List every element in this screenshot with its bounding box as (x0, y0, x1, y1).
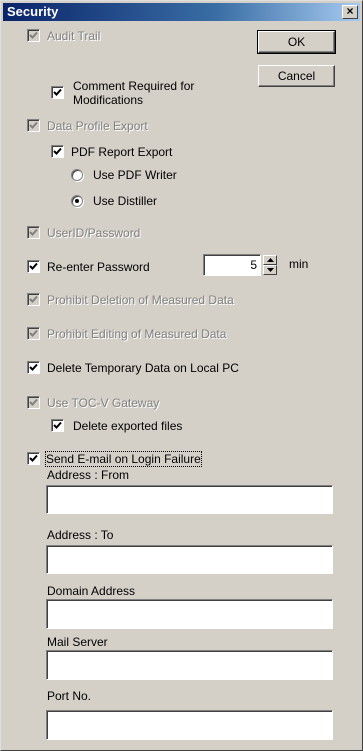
use-pdf-writer-label: Use PDF Writer (93, 168, 177, 182)
spin-up-button[interactable] (263, 255, 277, 265)
delete-temp-data-checkbox[interactable] (27, 361, 40, 374)
address-from-label: Address : From (47, 468, 130, 482)
delete-exported-files-label: Delete exported files (73, 419, 183, 433)
prohibit-deletion-label: Prohibit Deletion of Measured Data (47, 293, 234, 307)
security-dialog: Security × OK Cancel Audit Trail Comment… (0, 0, 363, 751)
spin-down-button[interactable] (263, 265, 277, 275)
comment-required-line2: Modifications (73, 93, 144, 107)
arrow-up-icon (267, 258, 274, 262)
radio-dot (75, 199, 79, 203)
port-no-label: Port No. (47, 689, 92, 703)
use-toc-gateway-label: Use TOC-V Gateway (47, 396, 160, 410)
cancel-button[interactable]: Cancel (258, 65, 335, 87)
port-no-input[interactable] (46, 710, 333, 740)
domain-address-label: Domain Address (47, 584, 136, 598)
check-icon (29, 31, 38, 39)
check-icon (29, 228, 38, 236)
reenter-unit-label: min (289, 257, 309, 271)
audit-trail-checkbox[interactable] (27, 29, 40, 42)
reenter-minutes-input[interactable]: 5 (203, 254, 261, 276)
send-email-checkbox[interactable] (27, 452, 40, 465)
reenter-password-checkbox[interactable] (27, 260, 40, 273)
dialog-title: Security (7, 4, 59, 19)
delete-temp-data-label: Delete Temporary Data on Local PC (47, 361, 239, 375)
mail-server-input[interactable] (46, 650, 333, 680)
address-to-label: Address : To (47, 528, 114, 542)
check-icon (29, 398, 38, 406)
arrow-down-icon (267, 268, 274, 272)
prohibit-deletion-checkbox[interactable] (27, 293, 40, 306)
pdf-report-export-label: PDF Report Export (71, 145, 173, 159)
use-distiller-label: Use Distiller (93, 194, 158, 208)
comment-required-label: Comment Required for Modifications (73, 79, 194, 107)
check-icon (29, 121, 38, 129)
reenter-password-label: Re-enter Password (47, 260, 150, 274)
use-pdf-writer-radio[interactable] (71, 169, 83, 181)
comment-required-checkbox[interactable] (51, 86, 64, 99)
check-icon (53, 147, 62, 155)
prohibit-editing-checkbox[interactable] (27, 327, 40, 340)
address-from-input[interactable] (46, 485, 333, 514)
audit-trail-label: Audit Trail (47, 29, 101, 43)
userid-password-checkbox[interactable] (27, 226, 40, 239)
check-icon (53, 88, 62, 96)
domain-address-input[interactable] (46, 599, 333, 629)
mail-server-label: Mail Server (47, 635, 108, 649)
send-email-label: Send E-mail on Login Failure (45, 451, 202, 467)
delete-exported-files-checkbox[interactable] (51, 419, 64, 432)
use-distiller-radio[interactable] (71, 195, 83, 207)
check-icon (29, 329, 38, 337)
address-to-input[interactable] (46, 545, 333, 574)
check-icon (53, 421, 62, 429)
title-bar: Security × (3, 3, 360, 21)
ok-button[interactable]: OK (257, 30, 336, 54)
close-button[interactable]: × (342, 5, 358, 19)
pdf-report-export-checkbox[interactable] (51, 145, 64, 158)
check-icon (29, 363, 38, 371)
check-icon (29, 295, 38, 303)
check-icon (29, 262, 38, 270)
comment-required-line1: Comment Required for (73, 79, 195, 93)
data-profile-export-label: Data Profile Export (47, 119, 148, 133)
use-toc-gateway-checkbox[interactable] (27, 396, 40, 409)
close-icon: × (346, 4, 354, 18)
check-icon (29, 454, 38, 462)
prohibit-editing-label: Prohibit Editing of Measured Data (47, 327, 227, 341)
userid-password-label: UserID/Password (47, 226, 141, 240)
reenter-minutes-spinner[interactable] (263, 255, 277, 275)
data-profile-export-checkbox[interactable] (27, 119, 40, 132)
